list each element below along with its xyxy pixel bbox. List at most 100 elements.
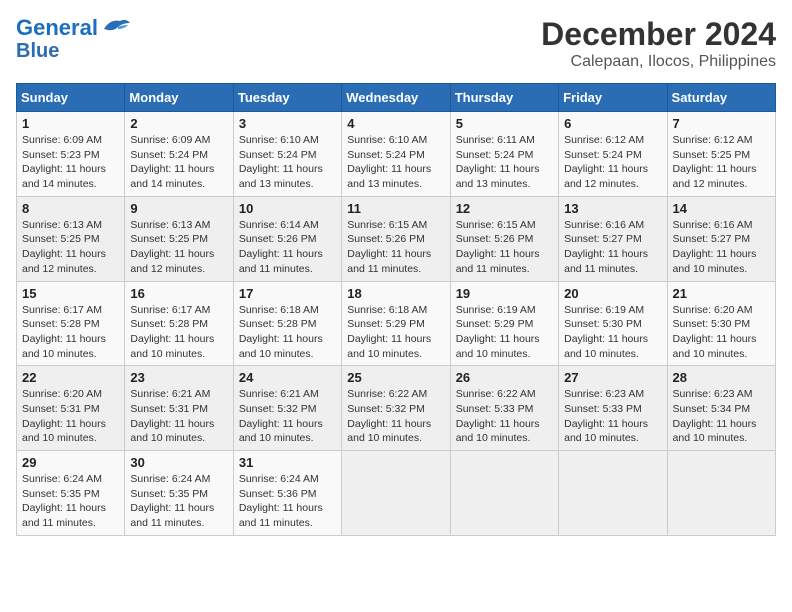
day-number: 19 [456,286,553,301]
empty-cell [667,451,775,536]
logo-blue: Blue [16,40,59,62]
day-info: Sunrise: 6:12 AMSunset: 5:25 PMDaylight:… [673,133,770,192]
day-cell-1: 1 Sunrise: 6:09 AMSunset: 5:23 PMDayligh… [17,112,125,197]
weekday-header-monday: Monday [125,84,233,112]
day-number: 12 [456,201,553,216]
day-info: Sunrise: 6:10 AMSunset: 5:24 PMDaylight:… [239,133,336,192]
day-number: 21 [673,286,770,301]
day-info: Sunrise: 6:22 AMSunset: 5:32 PMDaylight:… [347,387,444,446]
day-info: Sunrise: 6:21 AMSunset: 5:31 PMDaylight:… [130,387,227,446]
day-cell-20: 20 Sunrise: 6:19 AMSunset: 5:30 PMDaylig… [559,281,667,366]
weekday-header-wednesday: Wednesday [342,84,450,112]
day-number: 22 [22,370,119,385]
day-number: 29 [22,455,119,470]
location-subtitle: Calepaan, Ilocos, Philippines [541,53,776,71]
day-number: 28 [673,370,770,385]
day-number: 23 [130,370,227,385]
calendar-week-5: 29 Sunrise: 6:24 AMSunset: 5:35 PMDaylig… [17,451,776,536]
day-cell-25: 25 Sunrise: 6:22 AMSunset: 5:32 PMDaylig… [342,366,450,451]
day-info: Sunrise: 6:21 AMSunset: 5:32 PMDaylight:… [239,387,336,446]
day-number: 1 [22,116,119,131]
day-number: 2 [130,116,227,131]
empty-cell [559,451,667,536]
day-cell-11: 11 Sunrise: 6:15 AMSunset: 5:26 PMDaylig… [342,196,450,281]
day-cell-21: 21 Sunrise: 6:20 AMSunset: 5:30 PMDaylig… [667,281,775,366]
day-number: 3 [239,116,336,131]
day-cell-18: 18 Sunrise: 6:18 AMSunset: 5:29 PMDaylig… [342,281,450,366]
day-number: 31 [239,455,336,470]
day-info: Sunrise: 6:22 AMSunset: 5:33 PMDaylight:… [456,387,553,446]
day-info: Sunrise: 6:17 AMSunset: 5:28 PMDaylight:… [130,303,227,362]
day-number: 16 [130,286,227,301]
day-cell-19: 19 Sunrise: 6:19 AMSunset: 5:29 PMDaylig… [450,281,558,366]
weekday-header-saturday: Saturday [667,84,775,112]
calendar-week-1: 1 Sunrise: 6:09 AMSunset: 5:23 PMDayligh… [17,112,776,197]
day-number: 7 [673,116,770,131]
day-cell-14: 14 Sunrise: 6:16 AMSunset: 5:27 PMDaylig… [667,196,775,281]
day-info: Sunrise: 6:18 AMSunset: 5:28 PMDaylight:… [239,303,336,362]
day-info: Sunrise: 6:16 AMSunset: 5:27 PMDaylight:… [673,218,770,277]
day-cell-26: 26 Sunrise: 6:22 AMSunset: 5:33 PMDaylig… [450,366,558,451]
day-info: Sunrise: 6:15 AMSunset: 5:26 PMDaylight:… [456,218,553,277]
day-cell-29: 29 Sunrise: 6:24 AMSunset: 5:35 PMDaylig… [17,451,125,536]
logo-text: General [16,16,98,40]
day-number: 8 [22,201,119,216]
day-number: 10 [239,201,336,216]
day-cell-30: 30 Sunrise: 6:24 AMSunset: 5:35 PMDaylig… [125,451,233,536]
day-cell-6: 6 Sunrise: 6:12 AMSunset: 5:24 PMDayligh… [559,112,667,197]
day-number: 11 [347,201,444,216]
empty-cell [342,451,450,536]
day-info: Sunrise: 6:19 AMSunset: 5:30 PMDaylight:… [564,303,661,362]
day-info: Sunrise: 6:16 AMSunset: 5:27 PMDaylight:… [564,218,661,277]
day-info: Sunrise: 6:24 AMSunset: 5:36 PMDaylight:… [239,472,336,531]
day-number: 15 [22,286,119,301]
day-cell-24: 24 Sunrise: 6:21 AMSunset: 5:32 PMDaylig… [233,366,341,451]
day-cell-2: 2 Sunrise: 6:09 AMSunset: 5:24 PMDayligh… [125,112,233,197]
logo: General Blue [16,16,132,62]
day-cell-27: 27 Sunrise: 6:23 AMSunset: 5:33 PMDaylig… [559,366,667,451]
day-number: 17 [239,286,336,301]
day-info: Sunrise: 6:14 AMSunset: 5:26 PMDaylight:… [239,218,336,277]
day-info: Sunrise: 6:24 AMSunset: 5:35 PMDaylight:… [130,472,227,531]
day-info: Sunrise: 6:18 AMSunset: 5:29 PMDaylight:… [347,303,444,362]
day-info: Sunrise: 6:13 AMSunset: 5:25 PMDaylight:… [130,218,227,277]
calendar-table: SundayMondayTuesdayWednesdayThursdayFrid… [16,83,776,536]
day-cell-28: 28 Sunrise: 6:23 AMSunset: 5:34 PMDaylig… [667,366,775,451]
day-info: Sunrise: 6:13 AMSunset: 5:25 PMDaylight:… [22,218,119,277]
calendar-week-3: 15 Sunrise: 6:17 AMSunset: 5:28 PMDaylig… [17,281,776,366]
bird-icon [100,15,132,37]
day-info: Sunrise: 6:20 AMSunset: 5:30 PMDaylight:… [673,303,770,362]
day-info: Sunrise: 6:10 AMSunset: 5:24 PMDaylight:… [347,133,444,192]
day-info: Sunrise: 6:19 AMSunset: 5:29 PMDaylight:… [456,303,553,362]
day-cell-5: 5 Sunrise: 6:11 AMSunset: 5:24 PMDayligh… [450,112,558,197]
day-number: 27 [564,370,661,385]
day-number: 25 [347,370,444,385]
day-info: Sunrise: 6:11 AMSunset: 5:24 PMDaylight:… [456,133,553,192]
day-info: Sunrise: 6:09 AMSunset: 5:23 PMDaylight:… [22,133,119,192]
month-year-title: December 2024 [541,16,776,53]
calendar-week-2: 8 Sunrise: 6:13 AMSunset: 5:25 PMDayligh… [17,196,776,281]
day-cell-13: 13 Sunrise: 6:16 AMSunset: 5:27 PMDaylig… [559,196,667,281]
day-info: Sunrise: 6:15 AMSunset: 5:26 PMDaylight:… [347,218,444,277]
day-number: 9 [130,201,227,216]
day-cell-10: 10 Sunrise: 6:14 AMSunset: 5:26 PMDaylig… [233,196,341,281]
day-cell-16: 16 Sunrise: 6:17 AMSunset: 5:28 PMDaylig… [125,281,233,366]
calendar-header: SundayMondayTuesdayWednesdayThursdayFrid… [17,84,776,112]
weekday-header-thursday: Thursday [450,84,558,112]
calendar-week-4: 22 Sunrise: 6:20 AMSunset: 5:31 PMDaylig… [17,366,776,451]
day-number: 5 [456,116,553,131]
weekday-row: SundayMondayTuesdayWednesdayThursdayFrid… [17,84,776,112]
day-number: 30 [130,455,227,470]
day-info: Sunrise: 6:17 AMSunset: 5:28 PMDaylight:… [22,303,119,362]
day-number: 20 [564,286,661,301]
day-number: 4 [347,116,444,131]
day-info: Sunrise: 6:24 AMSunset: 5:35 PMDaylight:… [22,472,119,531]
day-cell-12: 12 Sunrise: 6:15 AMSunset: 5:26 PMDaylig… [450,196,558,281]
day-cell-17: 17 Sunrise: 6:18 AMSunset: 5:28 PMDaylig… [233,281,341,366]
title-block: December 2024 Calepaan, Ilocos, Philippi… [541,16,776,71]
day-cell-23: 23 Sunrise: 6:21 AMSunset: 5:31 PMDaylig… [125,366,233,451]
day-info: Sunrise: 6:12 AMSunset: 5:24 PMDaylight:… [564,133,661,192]
day-cell-8: 8 Sunrise: 6:13 AMSunset: 5:25 PMDayligh… [17,196,125,281]
day-cell-7: 7 Sunrise: 6:12 AMSunset: 5:25 PMDayligh… [667,112,775,197]
day-cell-3: 3 Sunrise: 6:10 AMSunset: 5:24 PMDayligh… [233,112,341,197]
